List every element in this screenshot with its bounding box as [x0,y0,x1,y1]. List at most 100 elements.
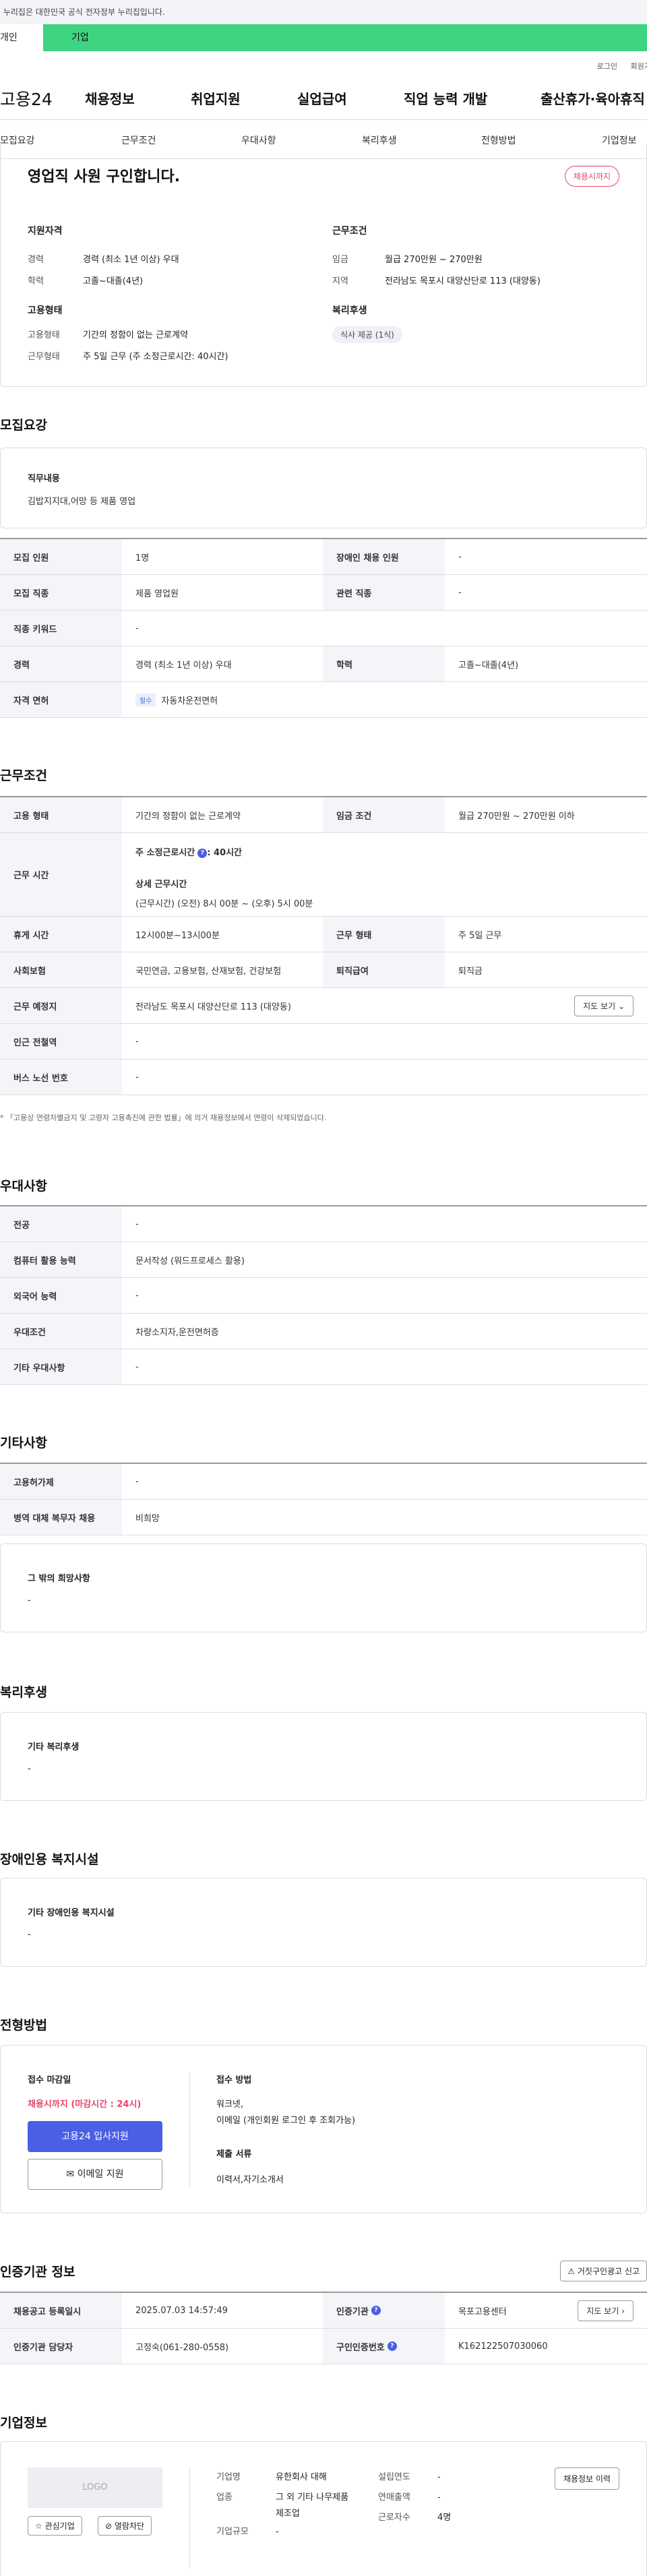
etc-box-value: - [28,1595,31,1605]
emp-type-label: 고용형태 [28,330,60,340]
table-row: 채용공고 등록일시 2025.07.03 14:57:49 인증기관? 목포고용센… [0,2293,647,2329]
table-row: 병역 대체 복무자 채용 비희망 [0,1500,647,1535]
row-label: 인증기관? [323,2293,445,2328]
row-label: 모집 직종 [0,575,122,610]
disabled-box: 기타 장애인용 복지시설 - [0,1878,647,1967]
disabled-title: 장애인용 복지시설 [0,1852,99,1867]
site-logo[interactable]: 고용24 [0,86,85,111]
table-row: 직종 키워드 - [0,611,647,646]
divider [189,2073,190,2187]
founded-label: 설립연도 [378,2472,410,2482]
siren-icon: ⚠ [567,2267,576,2276]
row-label: 휴게 시간 [0,917,122,952]
info-icon[interactable]: ? [371,2306,381,2315]
row-value: - [458,587,462,598]
row-label: 근무 시간 [0,833,122,916]
method-value: 워크넷, 이메일 (개인회원 로그인 후 조회가능) [216,2099,356,2126]
gnb-item-unemployment[interactable]: 실업급여 [297,88,347,108]
welfare-pill: 식사 제공 (1식) [332,326,402,343]
row-value: - [135,1219,139,1229]
required-badge: 필수 [135,693,156,706]
req-career-value: 경력 (최소 1년 이상) 우대 [83,255,179,265]
member-tabs: 개인 기업 [0,24,647,51]
table-row: 우대조건 차량소지자,운전면허증 [0,1314,647,1349]
info-icon[interactable]: ? [197,848,208,858]
row-value: 2025.07.03 14:57:49 [135,2305,228,2316]
pref-title: 우대사항 [0,1179,47,1194]
table-row: 모집 직종 제품 영업원 관련 직종 - [0,575,647,611]
gnb-item-parental-leave[interactable]: 출산휴가·육아휴직 [541,88,645,108]
company-info-left: 기업명 유한회사 대해 업종 그 외 기타 나무제품 제조업 기업규모 - [216,2467,350,2542]
method-heading: 접수 방법 [216,2075,252,2085]
row-value: K162122507030060 [458,2341,548,2352]
location-value: 전라남도 목포시 대양산단로 113 (대양동) [135,1002,291,1012]
welfare-box-heading: 기타 복리후생 [28,1742,80,1752]
row-label: 학력 [323,646,445,681]
row-label: 컴퓨터 활용 능력 [0,1242,122,1277]
row-value: 고정숙(061-280-0558) [135,2342,229,2353]
tab-company[interactable]: 기업 [43,24,647,51]
recruit-title: 모집요강 [0,418,47,433]
row-value: 기간의 정함이 없는 근로계약 [135,811,241,822]
welfare-box: 기타 복리후생 - [0,1712,647,1801]
row-label: 채용공고 등록일시 [0,2293,122,2328]
apply-button[interactable]: 고용24 입사지원 [28,2121,162,2152]
block-button[interactable]: ⊘ 열람차단 [98,2516,152,2536]
row-value: - [458,551,462,562]
region-value: 전라남도 목포시 대양산단로 113 (대양동) [385,276,541,286]
map-button[interactable]: 지도 보기 ⌄ [574,995,634,1016]
row-label: 자격 면허 [0,682,122,717]
table-row: 사회보험 국민연금, 고용보험, 산재보험, 건강보험 퇴직급여 퇴직금 [0,952,647,988]
work-table: 고용 형태 기간의 정함이 없는 근로계약 임금 조건 월급 270만원 ~ 270… [0,796,647,1095]
agency-map-button[interactable]: 지도 보기 › [578,2300,634,2321]
gnb-item-training[interactable]: 직업 능력 개발 [404,88,487,108]
license-value: 자동차운전면허 [161,696,218,706]
history-button[interactable]: 채용정보 이력 [554,2467,619,2490]
wage-label: 임금 [332,255,348,265]
tab-personal[interactable]: 개인 [0,24,43,51]
gov-banner-text: 이 누리집은 대한민국 공식 전자정부 누리집입니다. [0,7,165,17]
row-label: 관련 직종 [323,575,445,610]
row-label: 기타 우대사항 [0,1349,122,1384]
global-nav: 고용24 채용정보 취업지원 실업급여 직업 능력 개발 출산휴가·육아휴직 [0,77,647,120]
pref-table: 전공 - 컴퓨터 활용 능력 문서작성 (워드프로세스 활용) 외국어 능력 - 우대… [0,1205,647,1385]
report-button[interactable]: ⚠ 거짓구인광고 신고 [560,2261,647,2281]
row-value: 제품 영업원 [135,588,179,599]
req-list: 경력 경력 (최소 1년 이상) 우대 학력 고졸~대졸(4년) [28,249,179,293]
row-value: - [135,1290,139,1301]
row-label: 근무 형태 [323,917,445,952]
info-icon[interactable]: ? [387,2341,397,2351]
email-apply-button[interactable]: ✉ 이메일 지원 [28,2159,162,2190]
row-value-cell: 필수 자동차운전면허 [122,682,647,717]
req-heading: 지원자격 [28,226,63,237]
gnb-item-support[interactable]: 취업지원 [191,88,241,108]
table-row: 휴게 시간 12시00분~13시00분 근무 형태 주 5일 근무 [0,917,647,952]
table-row: 고용 형태 기간의 정함이 없는 근로계약 임금 조건 월급 270만원 ~ 270… [0,797,647,833]
table-row: 경력 경력 (최소 1년 이상) 우대 학력 고졸~대졸(4년) [0,646,647,682]
gnb-item-jobs[interactable]: 채용정보 [85,88,135,108]
favorite-button[interactable]: ☆ 관심기업 [28,2516,82,2536]
req-career-label: 경력 [28,255,44,265]
work-type-label: 근무형태 [28,352,60,362]
login-link[interactable]: 로그인 [597,62,617,71]
row-value: - [135,1476,139,1487]
row-label: 근무 예정지 [0,988,122,1023]
cert-table: 채용공고 등록일시 2025.07.03 14:57:49 인증기관? 목포고용센… [0,2292,647,2364]
emp-heading: 고용형태 [28,305,63,316]
size-value: - [276,2527,279,2537]
summary-card: 영업직 사원 구인합니다. 채용시까지 지원자격 경력 경력 (최소 1년 이상)… [0,144,647,387]
table-row: 컴퓨터 활용 능력 문서작성 (워드프로세스 활용) [0,1242,647,1278]
row-value: - [135,623,139,634]
row-label: 우대조건 [0,1314,122,1349]
founded-value: - [437,2472,441,2482]
row-label: 임금 조건 [323,797,445,832]
employees-label: 근로자수 [378,2513,410,2523]
deadline-heading: 접수 마감일 [28,2075,71,2085]
row-value: 경력 (최소 1년 이상) 우대 [135,660,232,671]
process-box: 접수 마감일 채용시까지 (마감시간 : 24시) 고용24 입사지원 ✉ 이메… [0,2045,647,2213]
hours-detail-label: 상세 근무시간 [135,880,187,890]
company-info-right: 설립연도 - 연매출액 - 근로자수 4명 [378,2467,451,2528]
join-link[interactable]: 회원가입 [631,62,647,71]
row-label: 전공 [0,1206,122,1241]
row-label: 경력 [0,646,122,681]
